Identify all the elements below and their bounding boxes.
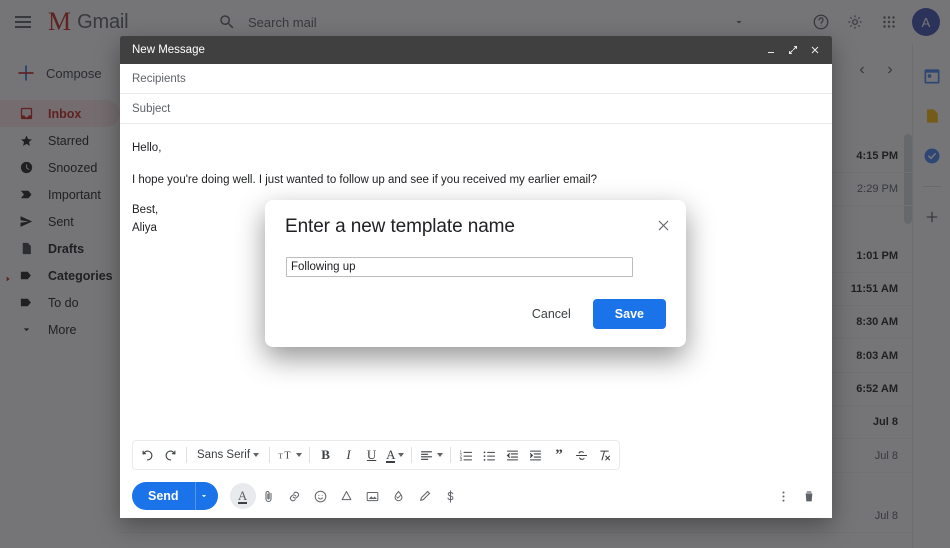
text-size-icon[interactable]: T T [275,444,304,466]
discard-draft-icon[interactable] [796,483,822,509]
indent-less-icon[interactable] [502,444,523,466]
indent-more-icon[interactable] [525,444,546,466]
align-left-icon[interactable] [417,444,445,466]
confidential-mode-icon[interactable] [386,483,412,509]
underline-button[interactable]: U [361,444,382,466]
minimize-button[interactable] [760,39,782,61]
toolbar-divider [269,447,270,463]
chevron-down-icon [253,453,259,457]
insert-emoji-icon[interactable] [308,483,334,509]
cancel-button[interactable]: Cancel [520,300,583,328]
send-button[interactable]: Send [132,482,218,510]
insert-link-icon[interactable] [282,483,308,509]
insert-drive-icon[interactable] [334,483,360,509]
save-button[interactable]: Save [593,299,666,329]
toolbar-divider [309,447,310,463]
template-name-dialog: Enter a new template name Cancel Save [265,200,686,347]
subject-field[interactable]: Subject [120,94,832,124]
svg-text:T: T [278,451,283,460]
send-schedule-dropdown[interactable] [195,482,218,510]
font-family-dropdown[interactable]: Sans Serif [192,444,264,466]
svg-text:T: T [284,450,290,461]
attach-file-icon[interactable] [256,483,282,509]
chevron-down-icon [398,453,404,457]
text-color-glyph: A [386,448,395,463]
compose-send-bar: Send A [120,474,832,518]
italic-button[interactable]: I [338,444,359,466]
close-compose-button[interactable] [804,39,826,61]
insert-photo-icon[interactable] [360,483,386,509]
request-money-icon[interactable] [438,483,464,509]
numbered-list-icon[interactable]: 123 [456,444,477,466]
subject-placeholder: Subject [132,103,170,115]
formatting-toolbar: Sans Serif T T B I U A [132,440,620,470]
undo-icon[interactable] [137,444,158,466]
compose-title-bar[interactable]: New Message [120,36,832,64]
recipients-field[interactable]: Recipients [120,64,832,94]
toolbar-divider [186,447,187,463]
toolbar-divider [411,447,412,463]
compose-window-title: New Message [132,44,760,56]
bulleted-list-icon[interactable] [479,444,500,466]
chevron-down-icon [437,453,443,457]
template-name-input[interactable] [286,257,633,277]
dialog-title: Enter a new template name [285,216,515,238]
formatting-options-icon[interactable]: A [230,483,256,509]
insert-signature-icon[interactable] [412,483,438,509]
remove-formatting-icon[interactable] [594,444,615,466]
font-family-label: Sans Serif [197,449,250,461]
gmail-app: M Gmail [0,0,950,548]
chevron-down-icon [296,453,302,457]
close-dialog-icon[interactable] [652,214,674,236]
send-label: Send [132,482,195,510]
fullscreen-button[interactable] [782,39,804,61]
bold-button[interactable]: B [315,444,336,466]
body-greeting: Hello, [132,138,820,160]
more-options-icon[interactable] [770,483,796,509]
dialog-actions: Cancel Save [520,299,666,329]
redo-icon[interactable] [160,444,181,466]
quote-icon[interactable]: ” [548,444,569,466]
body-paragraph: I hope you're doing well. I just wanted … [132,170,820,192]
text-color-button[interactable]: A [384,444,406,466]
recipients-placeholder: Recipients [132,73,186,85]
svg-text:3: 3 [460,457,463,462]
strikethrough-icon[interactable] [571,444,592,466]
toolbar-divider [450,447,451,463]
